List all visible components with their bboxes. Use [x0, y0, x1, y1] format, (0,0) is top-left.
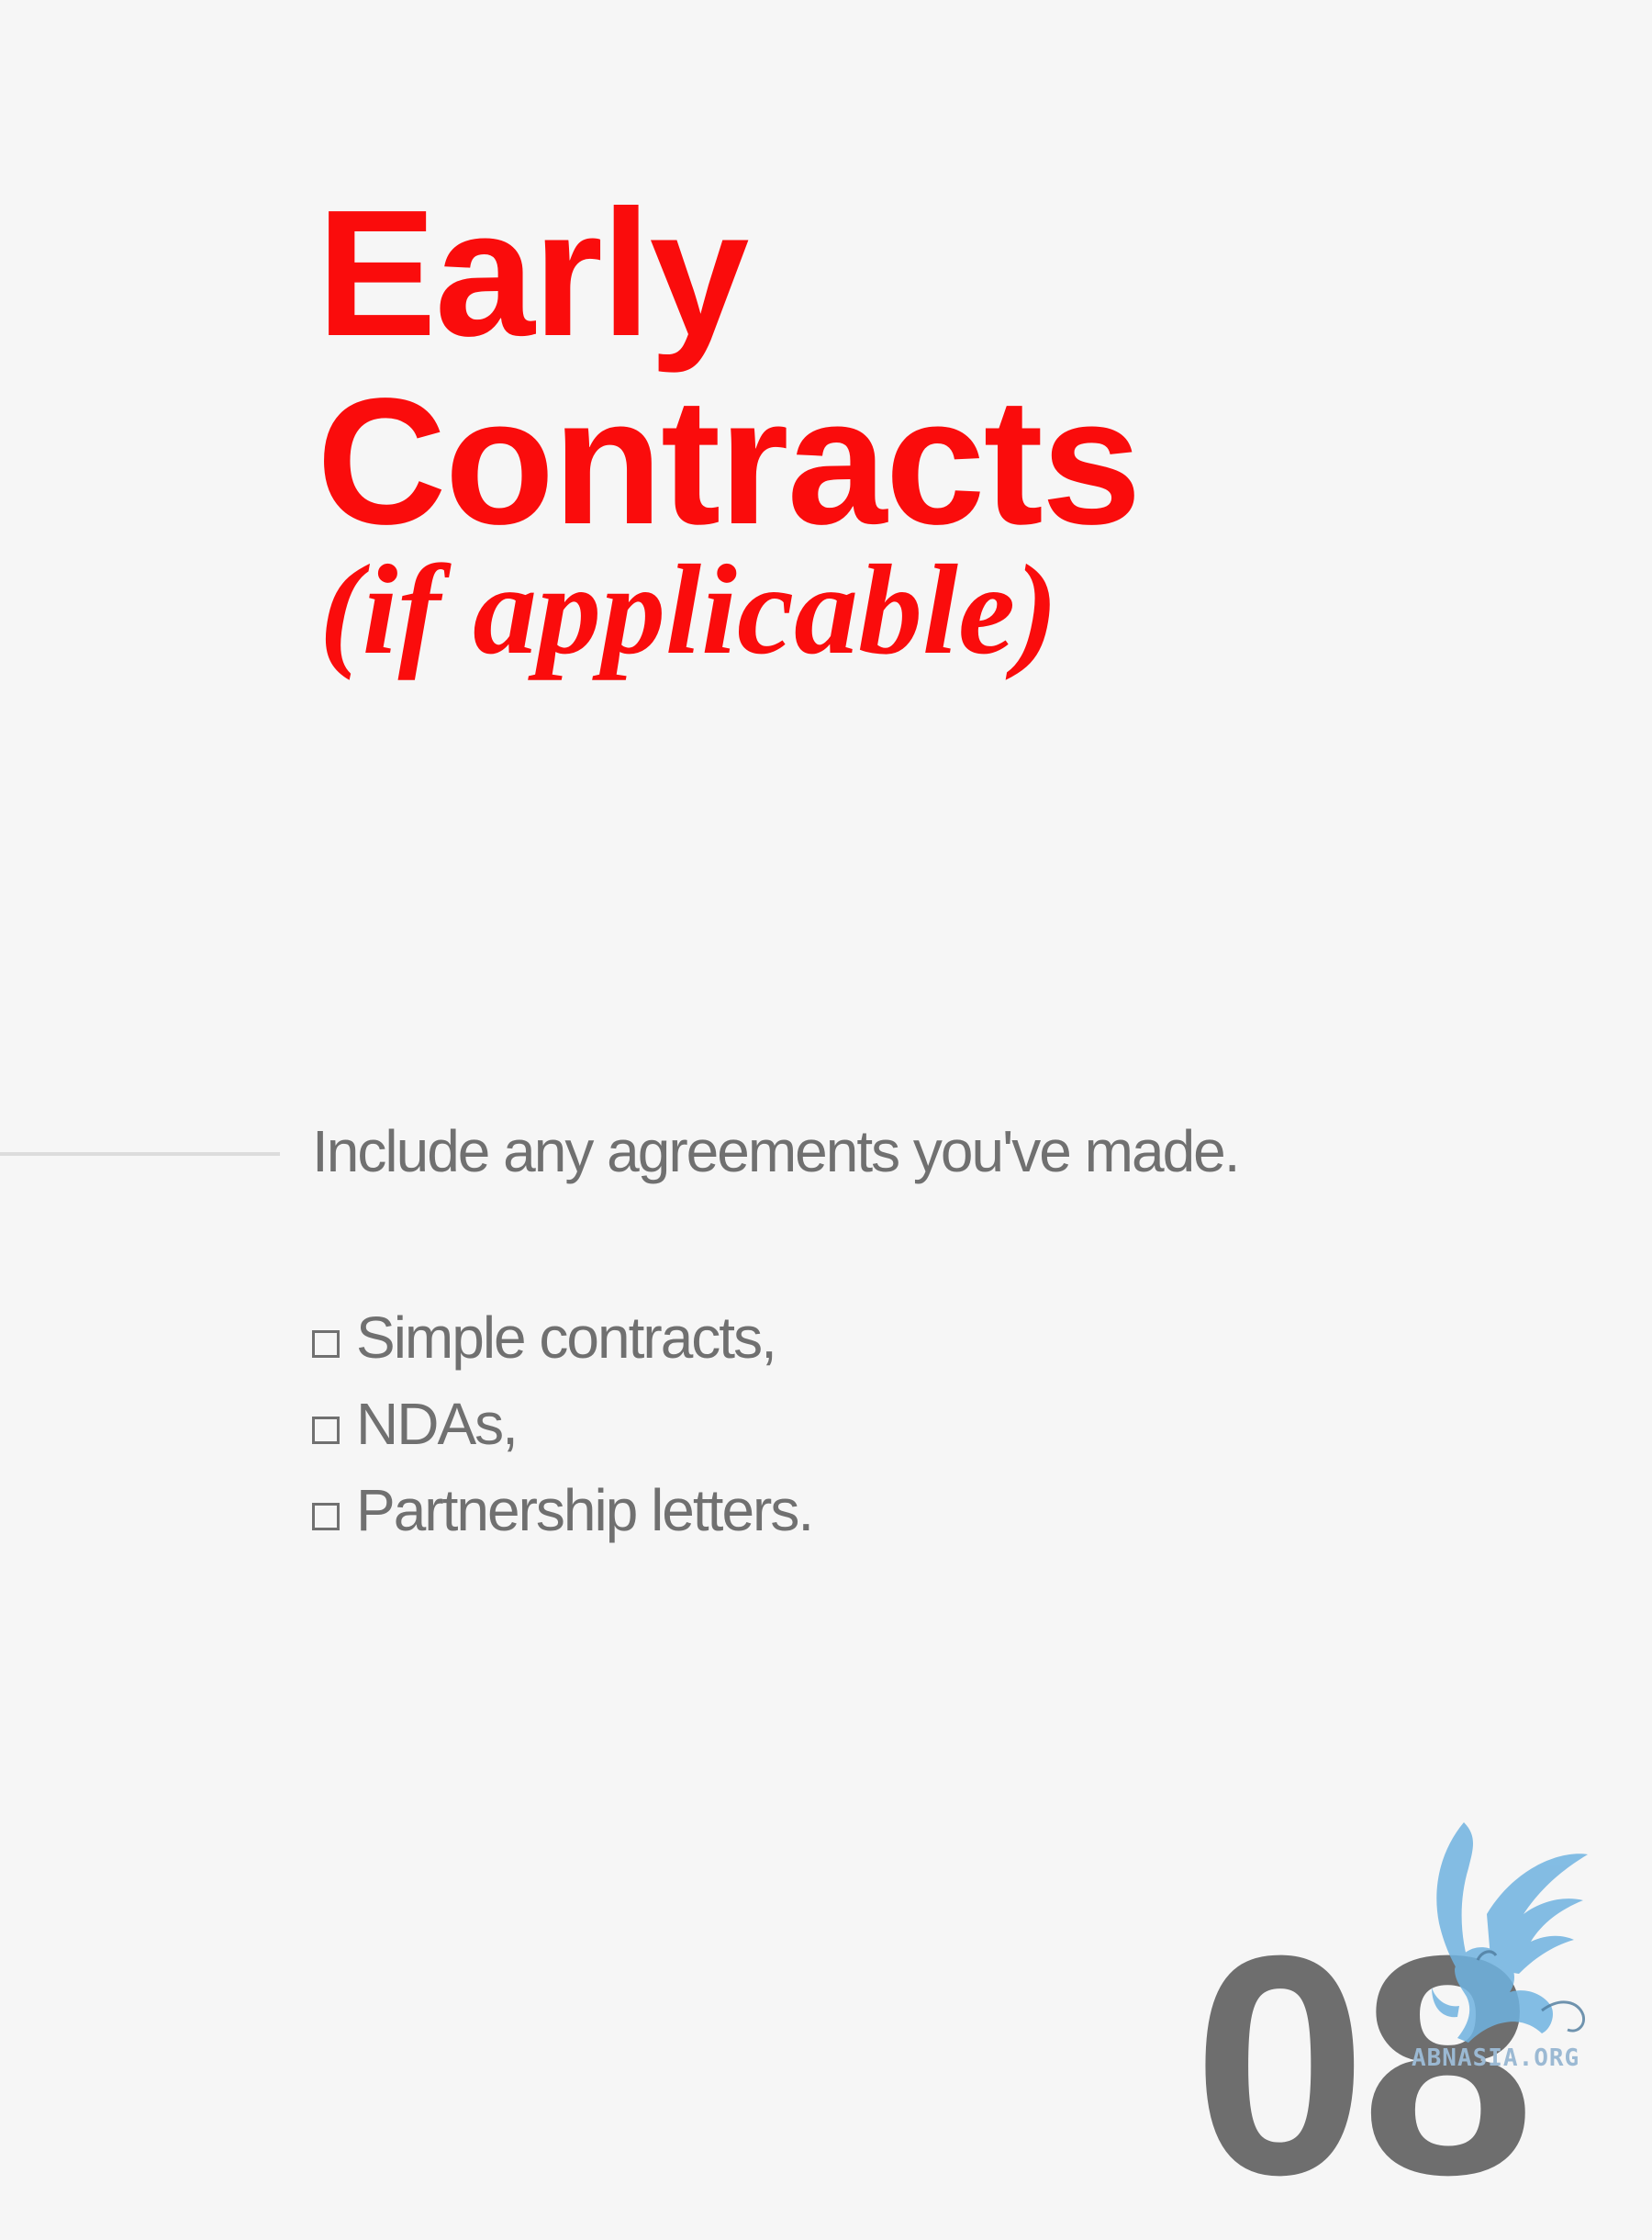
checkbox-icon: [312, 1503, 340, 1530]
checkbox-icon: [312, 1417, 340, 1444]
griffin-logo-icon: [1432, 1822, 1588, 2043]
checklist-item: NDAs,: [312, 1381, 812, 1467]
checklist-item-label: NDAs,: [356, 1391, 519, 1457]
title-line-early: Early: [317, 173, 749, 374]
checklist: Simple contracts, NDAs, Partnership lett…: [312, 1294, 814, 1553]
checklist-item-label: Partnership letters.: [356, 1477, 814, 1543]
subtitle-if-applicable: (if applicable): [319, 539, 1058, 681]
checkbox-icon: [312, 1330, 340, 1358]
divider-line: [0, 1152, 280, 1156]
watermark-text: ABNASIA.ORG: [1412, 2044, 1580, 2072]
checklist-item: Simple contracts,: [312, 1294, 812, 1381]
intro-text: Include any agreements you've made.: [312, 1118, 1241, 1184]
title-line-contracts: Contracts: [317, 361, 1142, 562]
checklist-item-label: Simple contracts,: [356, 1305, 777, 1371]
checklist-item: Partnership letters.: [312, 1467, 814, 1553]
